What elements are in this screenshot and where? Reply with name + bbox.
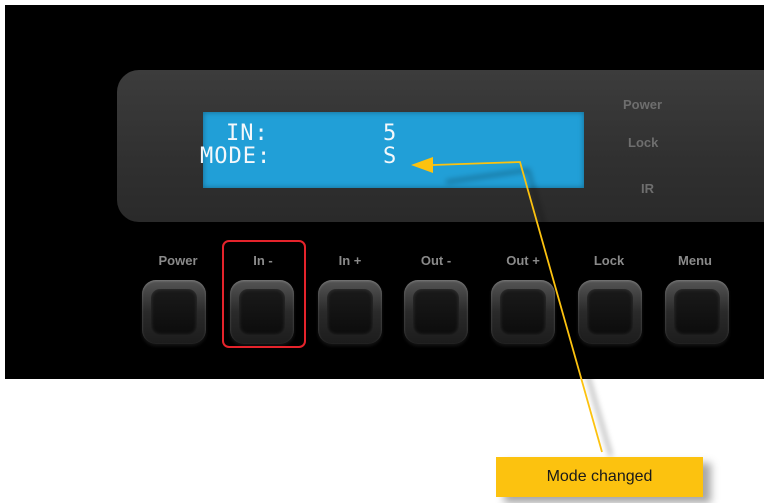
lcd-input-value: 5 (383, 121, 398, 146)
lcd-mode-label: MODE: (200, 144, 272, 169)
menu-button-label: Menu (678, 253, 712, 268)
power-indicator-label: Power (623, 97, 663, 112)
out-minus-button-label: Out - (420, 253, 452, 268)
lcd-mode-value: S (383, 144, 398, 169)
callout-text: Mode changed (546, 468, 653, 485)
out-minus-button[interactable] (404, 280, 468, 344)
screenshot-stage: IN: 5 MODE: S Power Lock IR Power In - I… (0, 0, 764, 503)
lock-button-label: Lock (593, 253, 625, 268)
power-button[interactable] (142, 280, 206, 344)
in-plus-button-label: In + (338, 253, 362, 268)
out-plus-button[interactable] (491, 280, 555, 344)
lock-indicator-label: Lock (628, 135, 659, 150)
power-button-label: Power (158, 253, 198, 268)
mode-changed-callout: Mode changed (496, 457, 703, 497)
ir-indicator-label: IR (641, 181, 654, 196)
in-minus-highlight-box (222, 240, 306, 348)
lcd-input-label: IN: (226, 121, 269, 146)
out-plus-button-label: Out + (506, 253, 540, 268)
lock-button[interactable] (578, 280, 642, 344)
in-plus-button[interactable] (318, 280, 382, 344)
menu-button[interactable] (665, 280, 729, 344)
